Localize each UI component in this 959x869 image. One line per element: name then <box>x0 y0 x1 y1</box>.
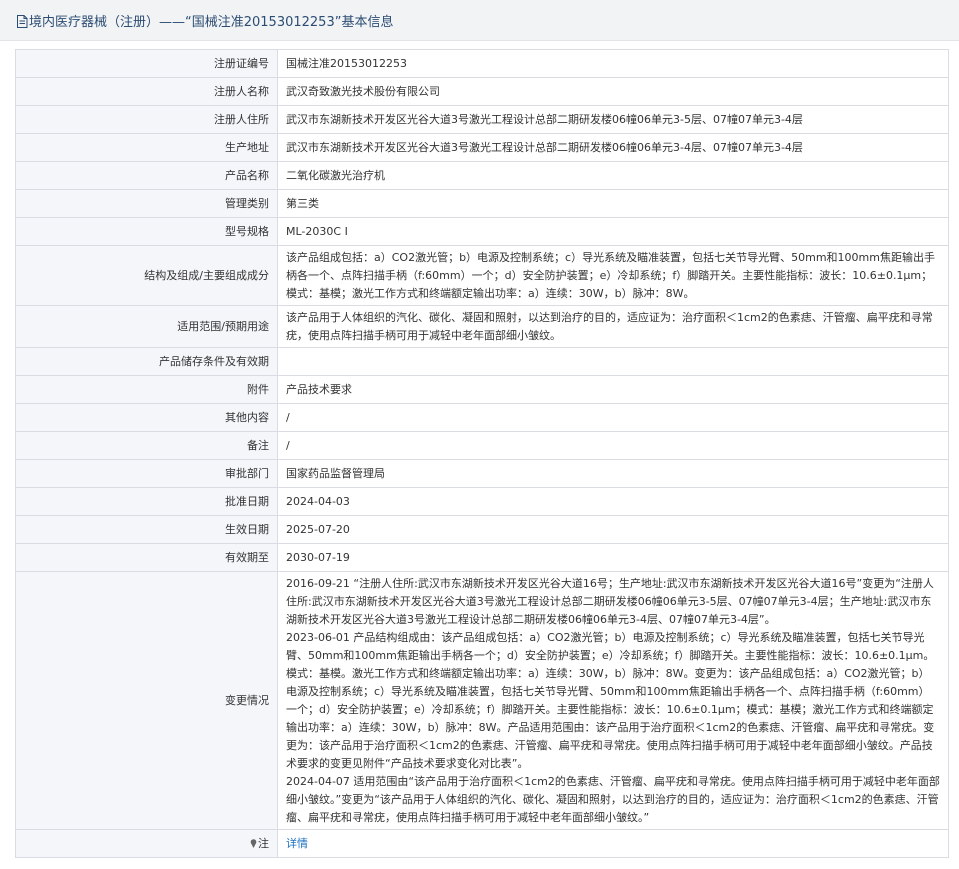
page-title-text: 境内医疗器械（注册）——“国械注准20153012253”基本信息 <box>29 15 394 30</box>
field-label: 生效日期 <box>15 515 278 544</box>
field-label: 批准日期 <box>15 487 278 516</box>
page-title: 境内医疗器械（注册）——“国械注准20153012253”基本信息 <box>16 11 393 30</box>
table-row: 结构及组成/主要组成成分 该产品组成包括：a）CO2激光管；b）电源及控制系统；c… <box>15 245 949 306</box>
change-entry: 2023-06-01 产品结构组成由：该产品组成包括：a）CO2激光管；b）电源… <box>286 631 935 770</box>
table-row: 附件 产品技术要求 <box>15 375 949 404</box>
change-history-label: 变更情况 <box>15 571 278 830</box>
note-label-text: 注 <box>258 836 269 850</box>
field-label: 注册证编号 <box>15 49 278 78</box>
field-label: 其他内容 <box>15 403 278 432</box>
field-value: 2025-07-20 <box>277 515 949 544</box>
field-value: 产品技术要求 <box>277 375 949 404</box>
field-value: 武汉奇致激光技术股份有限公司 <box>277 77 949 106</box>
info-table: 注册证编号 国械注准20153012253 注册人名称 武汉奇致激光技术股份有限公司… <box>15 49 949 858</box>
change-history-row: 变更情况 2016-09-21 “注册人住所:武汉市东湖新技术开发区光谷大道16… <box>15 571 949 830</box>
table-row: 注册证编号 国械注准20153012253 <box>15 49 949 78</box>
field-label: 审批部门 <box>15 459 278 488</box>
change-history-value: 2016-09-21 “注册人住所:武汉市东湖新技术开发区光谷大道16号；生产地… <box>277 571 949 830</box>
field-label: 注册人名称 <box>15 77 278 106</box>
table-row: 产品储存条件及有效期 <box>15 347 949 376</box>
field-value: 2024-04-03 <box>277 487 949 516</box>
field-value: 2030-07-19 <box>277 543 949 572</box>
table-row: 备注 / <box>15 431 949 460</box>
table-row: 注册人住所 武汉市东湖新技术开发区光谷大道3号激光工程设计总部二期研发楼06幢06… <box>15 105 949 134</box>
field-value: 国家药品监督管理局 <box>277 459 949 488</box>
field-value: 第三类 <box>277 189 949 218</box>
document-icon <box>17 15 28 28</box>
field-label: 产品储存条件及有效期 <box>15 347 278 376</box>
field-value: 国械注准20153012253 <box>277 49 949 78</box>
field-value: ML-2030C I <box>277 217 949 246</box>
table-row: 适用范围/预期用途 该产品用于人体组织的汽化、碳化、凝固和照射，以达到治疗的目的，… <box>15 305 949 348</box>
field-value: 武汉市东湖新技术开发区光谷大道3号激光工程设计总部二期研发楼06幢06单元3-4… <box>277 133 949 162</box>
table-row: 注册人名称 武汉奇致激光技术股份有限公司 <box>15 77 949 106</box>
change-entry: 2016-09-21 “注册人住所:武汉市东湖新技术开发区光谷大道16号；生产地… <box>286 577 934 626</box>
change-entry: 2024-04-07 适用范围由“该产品用于治疗面积＜1cm2的色素痣、汗管瘤、… <box>286 775 940 824</box>
field-label: 有效期至 <box>15 543 278 572</box>
field-label: 生产地址 <box>15 133 278 162</box>
pin-icon <box>250 838 257 848</box>
field-value: 武汉市东湖新技术开发区光谷大道3号激光工程设计总部二期研发楼06幢06单元3-5… <box>277 105 949 134</box>
details-link[interactable]: 详情 <box>286 837 308 850</box>
field-label: 附件 <box>15 375 278 404</box>
field-value: 该产品用于人体组织的汽化、碳化、凝固和照射，以达到治疗的目的，适应证为：治疗面积… <box>277 305 949 348</box>
field-label: 管理类别 <box>15 189 278 218</box>
note-row: 注 详情 <box>15 829 949 858</box>
field-value: / <box>277 403 949 432</box>
table-row: 批准日期 2024-04-03 <box>15 487 949 516</box>
field-label: 型号规格 <box>15 217 278 246</box>
table-row: 管理类别 第三类 <box>15 189 949 218</box>
field-value: 该产品组成包括：a）CO2激光管；b）电源及控制系统；c）导光系统及瞄准装置，包… <box>277 245 949 306</box>
note-label: 注 <box>15 829 278 858</box>
table-row: 产品名称 二氧化碳激光治疗机 <box>15 161 949 190</box>
title-bar: 境内医疗器械（注册）——“国械注准20153012253”基本信息 <box>0 0 959 41</box>
field-value: 二氧化碳激光治疗机 <box>277 161 949 190</box>
table-row: 审批部门 国家药品监督管理局 <box>15 459 949 488</box>
field-label: 备注 <box>15 431 278 460</box>
table-row: 其他内容 / <box>15 403 949 432</box>
table-row: 有效期至 2030-07-19 <box>15 543 949 572</box>
note-value: 详情 <box>277 829 949 858</box>
table-row: 生产地址 武汉市东湖新技术开发区光谷大道3号激光工程设计总部二期研发楼06幢06单… <box>15 133 949 162</box>
field-value <box>277 347 949 376</box>
field-label: 产品名称 <box>15 161 278 190</box>
table-row: 生效日期 2025-07-20 <box>15 515 949 544</box>
table-row: 型号规格 ML-2030C I <box>15 217 949 246</box>
field-value: / <box>277 431 949 460</box>
field-label: 适用范围/预期用途 <box>15 305 278 348</box>
field-label: 结构及组成/主要组成成分 <box>15 245 278 306</box>
field-label: 注册人住所 <box>15 105 278 134</box>
